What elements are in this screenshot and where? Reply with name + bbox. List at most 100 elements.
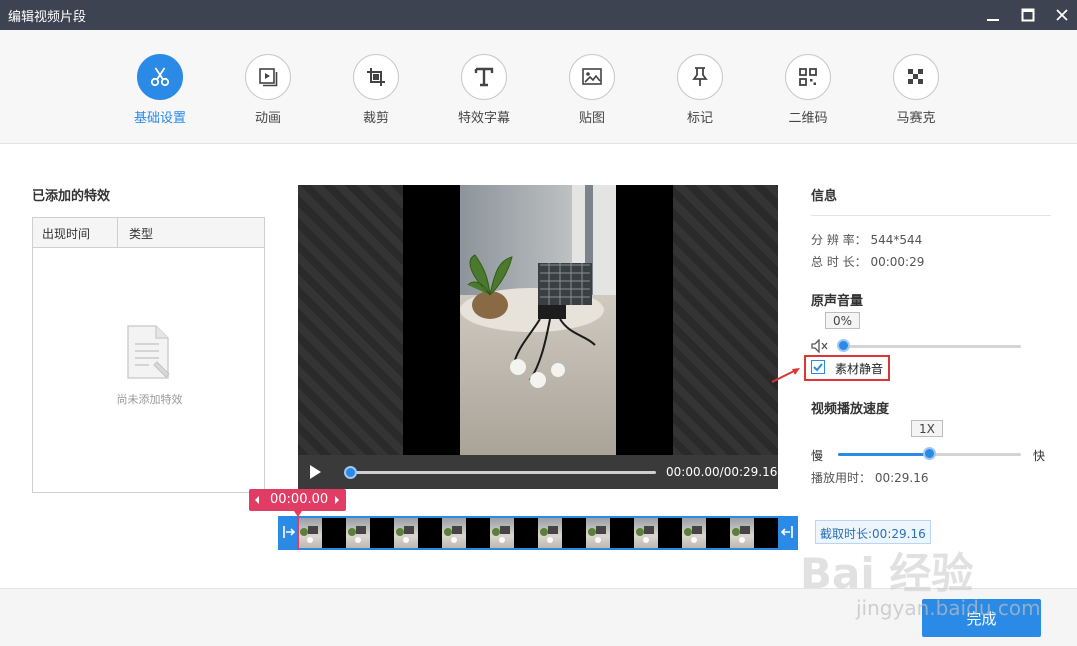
- play-time-value: 00:29.16: [874, 471, 929, 485]
- filmstrip-frame: [298, 518, 322, 548]
- effects-table[interactable]: 出现时间 类型 尚未添加特效: [32, 217, 265, 493]
- filmstrip-frame: [682, 518, 706, 548]
- play-icon: [310, 465, 321, 479]
- effects-table-header: 出现时间 类型: [33, 218, 264, 248]
- window-title: 编辑视频片段: [8, 10, 87, 25]
- filmstrip-frame: [322, 518, 346, 548]
- tab-sticker[interactable]: 贴图: [552, 54, 632, 126]
- info-divider: [811, 215, 1051, 216]
- feature-toolbar: 基础设置 动画 裁剪 特效字幕 贴图 标记 二维码 马赛克: [0, 30, 1077, 144]
- duration-row: 总 时 长： 00:00:29: [811, 253, 924, 270]
- tab-label: 动画: [254, 111, 281, 126]
- trim-end-handle[interactable]: [780, 525, 794, 542]
- filmstrip-frame: [610, 518, 634, 548]
- tab-label: 基础设置: [133, 111, 186, 126]
- image-icon: [582, 68, 602, 85]
- filmstrip-frame: [466, 518, 490, 548]
- play-frame-icon: [259, 68, 278, 87]
- filmstrip-frame: [706, 518, 730, 548]
- player-controls: 00:00.00/00:29.16: [298, 455, 778, 489]
- speed-fast-label: 快: [1033, 449, 1046, 463]
- video-player[interactable]: 00:00.00/00:29.16: [298, 185, 778, 489]
- timeline-playhead[interactable]: [297, 516, 299, 550]
- tab-label: 二维码: [788, 111, 828, 126]
- caret-left-icon[interactable]: [254, 495, 260, 505]
- empty-effects-text: 尚未添加特效: [116, 393, 183, 406]
- time-display: 00:00.00/00:29.16: [666, 465, 778, 479]
- tab-crop[interactable]: 裁剪: [336, 54, 416, 126]
- duration-value: 00:00:29: [870, 255, 925, 269]
- filmstrip-frame: [346, 518, 370, 548]
- minimize-button[interactable]: [975, 0, 1011, 30]
- close-icon: [1056, 9, 1068, 21]
- cut-length-label: 截取时长:00:29.16: [815, 520, 931, 544]
- trim-start-handle[interactable]: [282, 525, 296, 542]
- volume-slider-track[interactable]: [838, 345, 1021, 348]
- maximize-button[interactable]: [1010, 0, 1046, 30]
- resolution-row: 分 辨 率： 544*544: [811, 231, 922, 248]
- tab-mosaic[interactable]: 马赛克: [876, 54, 956, 126]
- resolution-value: 544*544: [870, 233, 923, 247]
- timeline-filmstrip[interactable]: [278, 516, 798, 550]
- filmstrip-frame: [586, 518, 610, 548]
- added-effects-title: 已添加的特效: [32, 189, 111, 204]
- filmstrip-frame: [730, 518, 754, 548]
- speed-slider-handle[interactable]: [922, 447, 936, 460]
- mosaic-icon: [908, 69, 923, 84]
- speed-title: 视频播放速度: [811, 402, 890, 417]
- filmstrip-frame: [658, 518, 682, 548]
- play-time-label: 播放用时：: [811, 471, 872, 485]
- filmstrip-frame: [490, 518, 514, 548]
- tab-label: 裁剪: [362, 111, 389, 126]
- scissors-icon: [150, 67, 170, 87]
- marker-time: 00:00.00: [270, 492, 329, 507]
- tab-label: 特效字幕: [457, 111, 510, 126]
- tab-marker[interactable]: 标记: [660, 54, 740, 126]
- trim-end-icon: [780, 526, 793, 538]
- title-bar: 编辑视频片段: [0, 0, 1077, 30]
- timeline-start-marker[interactable]: 00:00.00: [249, 489, 346, 511]
- checkmark-icon: [813, 363, 823, 372]
- filmstrip-frame: [634, 518, 658, 548]
- tab-label: 贴图: [578, 111, 605, 126]
- close-button[interactable]: [1044, 0, 1077, 30]
- play-button[interactable]: [308, 464, 322, 483]
- mute-speaker-icon[interactable]: [811, 338, 829, 356]
- mute-checkbox-label[interactable]: 素材静音: [835, 360, 883, 377]
- text-t-icon: [474, 67, 494, 87]
- pin-icon: [692, 67, 708, 86]
- volume-title: 原声音量: [811, 294, 864, 309]
- filmstrip-thumbnails: [298, 518, 778, 548]
- video-frame: [460, 185, 616, 455]
- trim-start-icon: [283, 526, 296, 538]
- seek-handle[interactable]: [344, 466, 357, 479]
- tab-qrcode[interactable]: 二维码: [768, 54, 848, 126]
- red-arrow-annotation: [770, 366, 802, 387]
- qrcode-icon: [799, 68, 817, 86]
- play-time-row: 播放用时： 00:29.16: [811, 469, 929, 486]
- column-header-time[interactable]: 出现时间: [42, 225, 90, 242]
- info-title: 信息: [811, 189, 838, 204]
- duration-label: 总 时 长：: [811, 255, 867, 269]
- tab-animation[interactable]: 动画: [228, 54, 308, 126]
- crop-icon: [367, 68, 385, 86]
- minimize-icon: [987, 19, 999, 21]
- maximize-icon: [1021, 8, 1035, 22]
- volume-slider-handle[interactable]: [837, 339, 850, 352]
- speed-tooltip: 1X: [911, 420, 943, 437]
- volume-tooltip: 0%: [825, 312, 861, 329]
- tab-basic-settings[interactable]: 基础设置: [120, 54, 200, 126]
- done-button[interactable]: 完成: [922, 599, 1041, 637]
- tab-effect-subtitles[interactable]: 特效字幕: [444, 54, 524, 126]
- empty-document-icon: [125, 324, 173, 383]
- mute-checkbox[interactable]: [811, 360, 825, 374]
- speed-slow-label: 慢: [811, 449, 824, 463]
- caret-right-icon[interactable]: [334, 495, 340, 505]
- footer-bar: [0, 589, 1077, 646]
- tab-label: 马赛克: [896, 111, 936, 126]
- tab-label: 标记: [686, 111, 713, 126]
- filmstrip-frame: [370, 518, 394, 548]
- column-header-type[interactable]: 类型: [129, 225, 153, 242]
- seek-bar[interactable]: [346, 471, 656, 474]
- filmstrip-frame: [442, 518, 466, 548]
